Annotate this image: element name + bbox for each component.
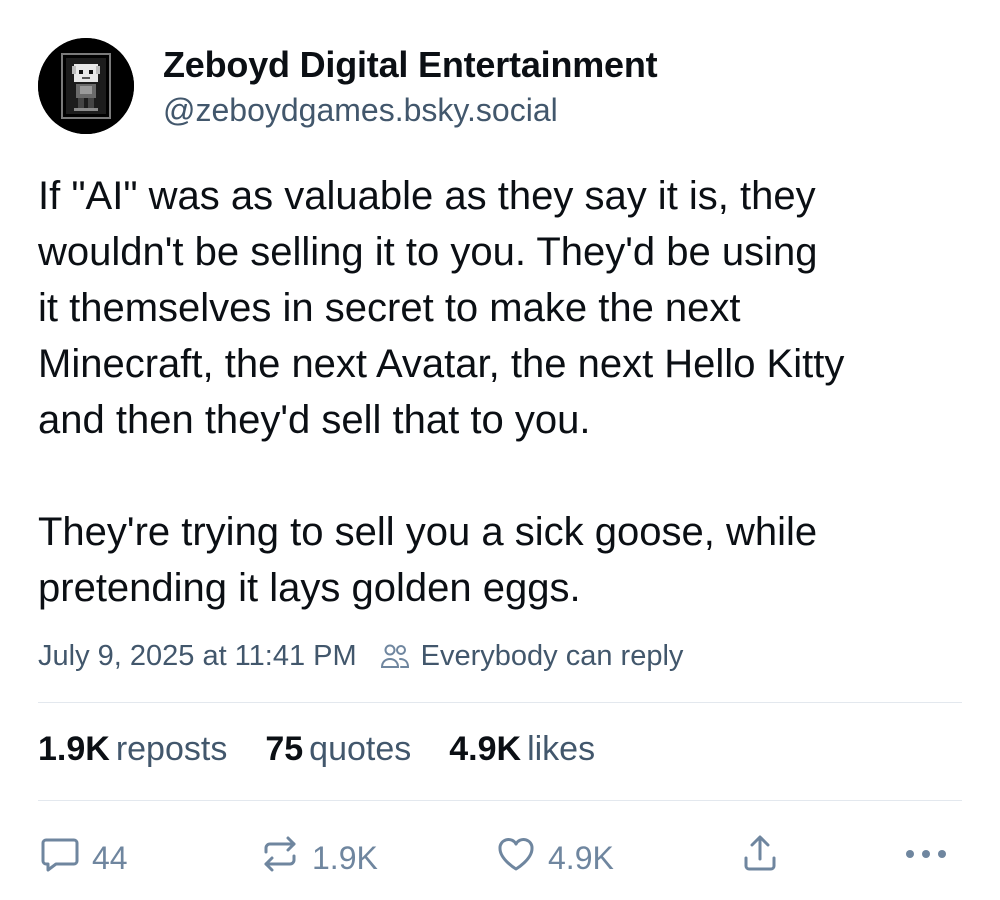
author-handle[interactable]: @zeboydgames.bsky.social [163,92,558,129]
pixel-character-avatar-image [38,38,134,134]
heart-icon [494,832,538,884]
divider [38,800,962,801]
post-paragraph: If "AI" was as valuable as they say it i… [38,174,845,442]
reply-button[interactable]: 44 [38,834,128,882]
post-meta: July 9, 2025 at 11:41 PM Everybody can r… [38,636,683,676]
reply-setting-label[interactable]: Everybody can reply [421,640,684,673]
reply-count: 44 [92,839,128,876]
repost-count: 1.9K [312,839,378,876]
post-thread-view: Zeboyd Digital Entertainment @zeboydgame… [0,0,1000,900]
reposts-stat[interactable]: 1.9K reposts [38,730,227,769]
likes-stat[interactable]: 4.9K likes [449,730,595,769]
post-paragraph: They're trying to sell you a sick goose,… [38,510,818,610]
post-text: If "AI" was as valuable as they say it i… [38,168,978,616]
quotes-label: quotes [309,730,412,768]
share-icon [738,832,782,884]
divider [38,702,962,703]
more-options-button[interactable] [902,834,950,882]
ellipsis-icon [902,832,950,884]
share-button[interactable] [738,834,782,882]
reposts-count: 1.9K [38,730,110,768]
reposts-label: reposts [115,730,228,768]
like-button[interactable]: 4.9K [494,834,614,882]
author-display-name[interactable]: Zeboyd Digital Entertainment [163,44,658,86]
like-count: 4.9K [548,839,614,876]
engagement-stats: 1.9K reposts 75 quotes 4.9K likes [38,730,633,769]
likes-label: likes [527,730,596,768]
repost-arrows-icon [258,832,302,884]
repost-button[interactable]: 1.9K [258,834,378,882]
people-icon [379,640,411,672]
quotes-count: 75 [265,730,304,768]
author-avatar[interactable] [38,38,134,134]
post-timestamp: July 9, 2025 at 11:41 PM [38,639,357,672]
likes-count: 4.9K [449,730,522,768]
quotes-stat[interactable]: 75 quotes [265,730,411,769]
speech-bubble-icon [38,832,82,884]
